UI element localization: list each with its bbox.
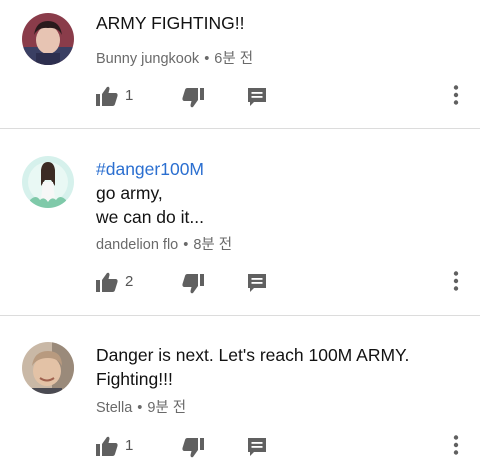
comment-meta: Bunny jungkook • 6분 전 — [96, 47, 253, 68]
thumbs-up-icon[interactable] — [96, 272, 118, 292]
meta-separator: • — [137, 400, 143, 416]
comment-line: ARMY FIGHTING!! — [96, 13, 245, 33]
avatar-image — [22, 342, 74, 394]
timestamp[interactable]: 6분 전 — [214, 51, 253, 67]
like-count: 2 — [125, 273, 134, 290]
like-count: 1 — [125, 437, 134, 454]
thumbs-down-icon[interactable] — [182, 438, 204, 458]
comment-line: we can do it... — [96, 207, 204, 227]
comment-text: ARMY FIGHTING!! — [96, 11, 244, 35]
avatar-image — [22, 156, 74, 208]
author-name[interactable]: Bunny jungkook — [96, 51, 199, 67]
like-count: 1 — [125, 87, 134, 104]
reply-comment-icon[interactable] — [247, 87, 267, 107]
meta-separator: • — [204, 51, 210, 67]
comment-line: Fighting!!! — [96, 369, 173, 389]
comment-item: ARMY FIGHTING!! Bunny jungkook • 6분 전 1 — [0, 0, 480, 128]
comment-actions: 1 — [0, 434, 480, 460]
hashtag-link[interactable]: #danger100M — [96, 157, 204, 181]
thumbs-down-icon[interactable] — [182, 88, 204, 108]
reply-comment-icon[interactable] — [247, 273, 267, 293]
more-vert-icon[interactable] — [451, 434, 461, 456]
comment-item: #danger100M go army, we can do it... dan… — [0, 129, 480, 315]
comment-meta: dandelion flo • 8분 전 — [96, 233, 232, 254]
thumbs-up-icon[interactable] — [96, 436, 118, 456]
comment-text: Danger is next. Let's reach 100M ARMY. F… — [96, 343, 409, 391]
comment-text: #danger100M go army, we can do it... — [96, 157, 204, 229]
comment-line: go army, — [96, 183, 163, 203]
thumbs-down-icon[interactable] — [182, 274, 204, 294]
avatar[interactable] — [22, 342, 74, 394]
avatar-image — [22, 13, 74, 65]
timestamp[interactable]: 8분 전 — [193, 237, 232, 253]
comment-meta: Stella • 9분 전 — [96, 396, 186, 417]
comment-actions: 2 — [0, 270, 480, 296]
more-vert-icon[interactable] — [451, 84, 461, 106]
comment-item: Danger is next. Let's reach 100M ARMY. F… — [0, 316, 480, 473]
more-vert-icon[interactable] — [451, 270, 461, 292]
meta-separator: • — [183, 237, 189, 253]
author-name[interactable]: dandelion flo — [96, 237, 178, 253]
reply-comment-icon[interactable] — [247, 437, 267, 457]
comment-line: Danger is next. Let's reach 100M ARMY. — [96, 345, 410, 365]
avatar[interactable] — [22, 156, 74, 208]
timestamp[interactable]: 9분 전 — [147, 400, 186, 416]
comment-actions: 1 — [0, 84, 480, 110]
avatar[interactable] — [22, 13, 74, 65]
thumbs-up-icon[interactable] — [96, 86, 118, 106]
author-name[interactable]: Stella — [96, 400, 132, 416]
